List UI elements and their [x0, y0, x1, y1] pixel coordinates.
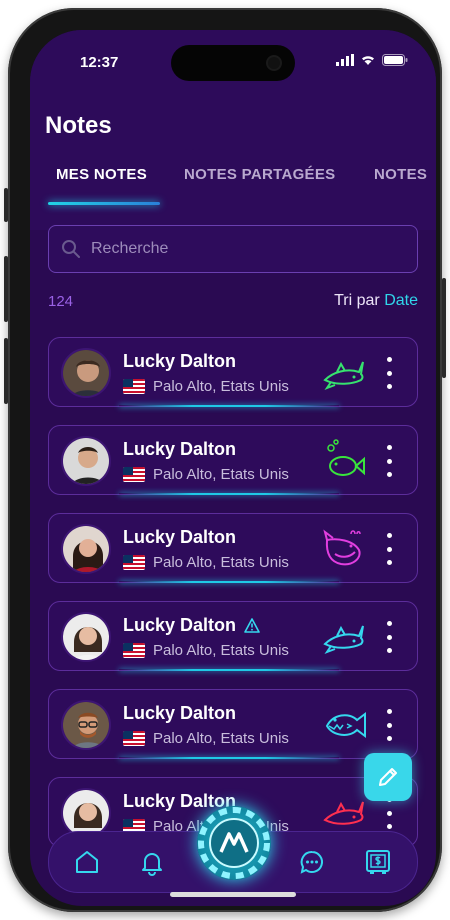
avatar	[61, 436, 111, 486]
tab-notes[interactable]: NOTES	[374, 166, 427, 183]
note-location-text: Palo Alto, Etats Unis	[153, 642, 289, 659]
more-options-button[interactable]	[381, 797, 397, 829]
note-name-text: Lucky Dalton	[123, 703, 237, 723]
note-card[interactable]: Lucky Dalton Palo Alto, Etats Unis	[48, 513, 418, 583]
note-card[interactable]: Lucky Dalton Palo Alto, Etats Unis	[48, 689, 418, 759]
more-options-button[interactable]	[381, 621, 397, 653]
more-options-button[interactable]	[381, 709, 397, 741]
note-name: Lucky Dalton	[123, 439, 236, 460]
us-flag-icon	[123, 731, 145, 746]
note-name-text: Lucky Dalton	[123, 615, 237, 635]
us-flag-icon	[123, 379, 145, 394]
power-button	[442, 278, 446, 378]
search-icon	[62, 240, 80, 258]
fish-icon	[327, 439, 365, 476]
volume-down-button	[4, 338, 8, 404]
status-icons	[336, 54, 408, 66]
page-title: Notes	[45, 112, 112, 139]
camera-icon	[268, 57, 280, 69]
shark-icon	[323, 801, 364, 825]
search-input[interactable]: Recherche	[91, 240, 168, 258]
avatar	[61, 612, 111, 662]
more-options-button[interactable]	[381, 533, 397, 565]
tab-notes-partagees[interactable]: NOTES PARTAGÉES	[184, 166, 335, 183]
chat-icon[interactable]	[298, 848, 326, 876]
battery-icon	[382, 54, 408, 66]
note-name-text: Lucky Dalton	[123, 527, 237, 547]
note-card[interactable]: Lucky Dalton Palo Alto, Etats Unis	[48, 337, 418, 407]
warning-icon	[244, 618, 260, 633]
note-name: Lucky Dalton	[123, 615, 260, 636]
tab-bar: MES NOTES NOTES PARTAGÉES NOTES	[30, 166, 436, 206]
us-flag-icon	[123, 555, 145, 570]
note-location-text: Palo Alto, Etats Unis	[153, 378, 289, 395]
avatar	[61, 348, 111, 398]
pencil-icon	[379, 768, 397, 786]
card-glow	[119, 757, 339, 759]
note-location-text: Palo Alto, Etats Unis	[153, 554, 289, 571]
note-location-text: Palo Alto, Etats Unis	[153, 466, 289, 483]
bell-icon[interactable]	[138, 848, 166, 876]
shark-icon	[323, 625, 364, 655]
sort-label: Tri par	[334, 292, 380, 309]
more-options-button[interactable]	[381, 357, 397, 389]
action-button	[4, 188, 8, 222]
avatar	[61, 524, 111, 574]
card-glow	[119, 581, 339, 583]
note-card[interactable]: Lucky Dalton Palo Alto, Etats Unis	[48, 601, 418, 671]
card-glow	[119, 493, 339, 495]
sort-value[interactable]: Date	[384, 292, 418, 309]
note-location: Palo Alto, Etats Unis	[123, 466, 289, 483]
note-name: Lucky Dalton	[123, 703, 236, 724]
screen: 12:37 Notes MES NOTES NOTES PARTAGÉES NO…	[30, 30, 436, 906]
poker-chip-logo-icon	[198, 807, 270, 879]
card-glow	[119, 405, 339, 407]
volume-up-button	[4, 256, 8, 322]
piranha-icon	[325, 712, 366, 738]
signal-icon	[336, 54, 354, 66]
home-indicator	[170, 892, 296, 897]
sort-control[interactable]: Tri par Date	[334, 292, 418, 310]
notes-count: 124	[48, 293, 74, 310]
more-options-button[interactable]	[381, 445, 397, 477]
edit-note-button[interactable]	[364, 753, 412, 801]
note-location: Palo Alto, Etats Unis	[123, 730, 289, 747]
note-location: Palo Alto, Etats Unis	[123, 554, 289, 571]
note-name: Lucky Dalton	[123, 351, 236, 372]
phone-frame: 12:37 Notes MES NOTES NOTES PARTAGÉES NO…	[4, 8, 446, 912]
note-name-text: Lucky Dalton	[123, 439, 237, 459]
active-tab-indicator	[48, 202, 160, 205]
home-icon[interactable]	[73, 848, 101, 876]
shark-icon	[323, 361, 364, 391]
search-bar[interactable]: Recherche	[48, 225, 418, 273]
note-location: Palo Alto, Etats Unis	[123, 378, 289, 395]
card-glow	[119, 669, 339, 671]
cashier-icon[interactable]	[364, 848, 392, 876]
whale-icon	[323, 529, 361, 566]
avatar	[61, 700, 111, 750]
note-location-text: Palo Alto, Etats Unis	[153, 730, 289, 747]
wifi-icon	[362, 56, 374, 65]
us-flag-icon	[123, 643, 145, 658]
us-flag-icon	[123, 467, 145, 482]
note-card[interactable]: Lucky Dalton Palo Alto, Etats Unis	[48, 425, 418, 495]
tab-mes-notes[interactable]: MES NOTES	[56, 166, 147, 183]
note-name-text: Lucky Dalton	[123, 351, 237, 371]
status-time: 12:37	[80, 54, 119, 71]
note-name: Lucky Dalton	[123, 527, 236, 548]
poker-chip-button[interactable]	[197, 806, 271, 880]
note-location: Palo Alto, Etats Unis	[123, 642, 289, 659]
